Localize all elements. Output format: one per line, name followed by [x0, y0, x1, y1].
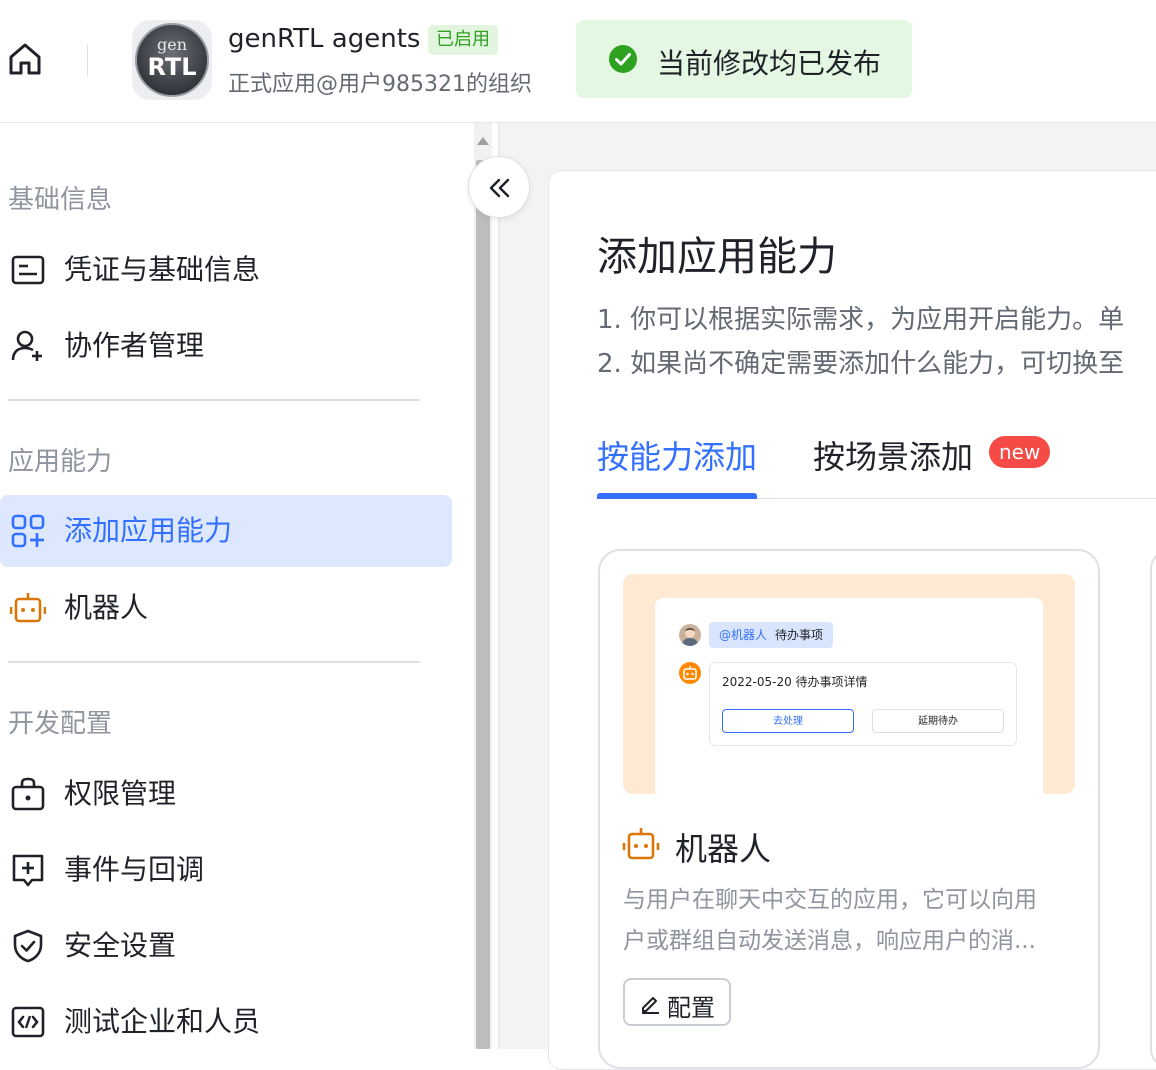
toast-message: 当前修改均已发布: [657, 47, 882, 80]
description-line-2: 2. 如果尚不确定需要添加什么能力，可切换至: [597, 349, 1125, 379]
home-icon: [9, 43, 41, 75]
tab-by-scenario[interactable]: 按场景添加: [813, 432, 973, 478]
add-apps-icon: [11, 514, 45, 548]
app-logo: gen RTL: [132, 20, 212, 100]
credential-icon: [11, 255, 45, 285]
todo-card-title: 2022-05-20 待办事项详情: [722, 675, 868, 689]
sidebar-item-label: 协作者管理: [64, 329, 205, 362]
robot-preview-image: @机器人 待办事项 2022-05-20 待办事项详情 去处理 延期待办: [623, 574, 1075, 794]
sidebar-item-label: 添加应用能力: [64, 514, 233, 547]
mention-tag: @机器人: [719, 628, 768, 642]
scroll-up-arrow-icon[interactable]: [474, 132, 492, 150]
app-org: 正式应用@用户985321的组织: [228, 72, 532, 97]
handle-button: 去处理: [722, 709, 854, 733]
sidebar-item-events[interactable]: 事件与回调: [0, 834, 452, 906]
robot-icon: [622, 828, 660, 860]
mention-text: 待办事项: [775, 628, 824, 642]
sidebar-item-label: 权限管理: [64, 777, 177, 810]
configure-label: 配置: [667, 994, 715, 1022]
sidebar-item-label: 机器人: [64, 591, 149, 624]
sidebar-item-add-capability[interactable]: 添加应用能力: [0, 495, 452, 567]
sidebar: 基础信息 凭证与基础信息 协作者管理 应用能力 添加应用能力 机器人 开发配置 …: [0, 123, 474, 1049]
home-button[interactable]: [6, 40, 44, 78]
app-name: genRTL agents: [228, 24, 421, 54]
sidebar-item-test-orgs[interactable]: 测试企业和人员: [0, 986, 452, 1058]
code-icon: [11, 1006, 45, 1038]
event-icon: [12, 854, 44, 887]
sidebar-item-label: 安全设置: [64, 929, 177, 962]
scrollbar-thumb[interactable]: [476, 160, 490, 1049]
preview-chat-panel: @机器人 待办事项 2022-05-20 待办事项详情 去处理 延期待办: [655, 598, 1043, 794]
user-add-icon: [11, 330, 42, 361]
configure-button[interactable]: 配置: [623, 978, 731, 1026]
top-header: gen RTL genRTL agents 已启用 正式应用@用户985321的…: [0, 0, 1156, 123]
next-capability-card[interactable]: [1150, 549, 1156, 1069]
sidebar-group-basic: 基础信息: [8, 185, 113, 215]
card-title: 机器人: [675, 830, 772, 868]
sidebar-divider: [8, 661, 420, 663]
double-chevron-left-icon: [489, 178, 510, 198]
publish-toast: 当前修改均已发布: [576, 20, 912, 98]
shield-icon: [13, 929, 43, 963]
collapse-sidebar-button[interactable]: [468, 156, 530, 218]
svg-text:gen: gen: [157, 35, 187, 54]
user-avatar: [679, 624, 701, 646]
postpone-button: 延期待办: [872, 709, 1004, 733]
new-badge: new: [989, 436, 1051, 468]
sidebar-item-permissions[interactable]: 权限管理: [0, 758, 452, 830]
card-desc-line-2: 户或群组自动发送消息，响应用户的消...: [623, 928, 1036, 954]
svg-text:RTL: RTL: [147, 53, 196, 81]
description-line-1: 1. 你可以根据实际需求，为应用开启能力。单: [597, 305, 1125, 335]
sidebar-item-collaborators[interactable]: 协作者管理: [0, 310, 452, 382]
bot-avatar-icon: [679, 662, 701, 684]
page-title: 添加应用能力: [597, 234, 837, 280]
status-badge: 已启用: [428, 25, 498, 55]
sidebar-item-credentials[interactable]: 凭证与基础信息: [0, 234, 452, 306]
active-tab-indicator: [597, 493, 757, 499]
sidebar-group-dev: 开发配置: [8, 709, 113, 739]
sidebar-item-security[interactable]: 安全设置: [0, 910, 452, 982]
sidebar-item-label: 事件与回调: [64, 853, 205, 886]
sidebar-item-robot[interactable]: 机器人: [0, 572, 452, 644]
sidebar-divider: [8, 399, 420, 401]
card-desc-line-1: 与用户在聊天中交互的应用，它可以向用: [623, 887, 1037, 913]
sidebar-item-label: 凭证与基础信息: [64, 253, 261, 286]
check-circle-icon: [609, 45, 637, 73]
sidebar-group-capabilities: 应用能力: [8, 447, 113, 477]
permission-icon: [11, 777, 45, 811]
tab-by-capability[interactable]: 按能力添加: [597, 432, 757, 478]
sidebar-item-label: 测试企业和人员: [64, 1005, 261, 1038]
mention-message: @机器人 待办事项: [709, 622, 834, 648]
edit-icon: [642, 997, 659, 1014]
todo-card: 2022-05-20 待办事项详情 去处理 延期待办: [709, 662, 1017, 746]
robot-icon: [10, 593, 46, 623]
header-divider: [87, 45, 88, 77]
